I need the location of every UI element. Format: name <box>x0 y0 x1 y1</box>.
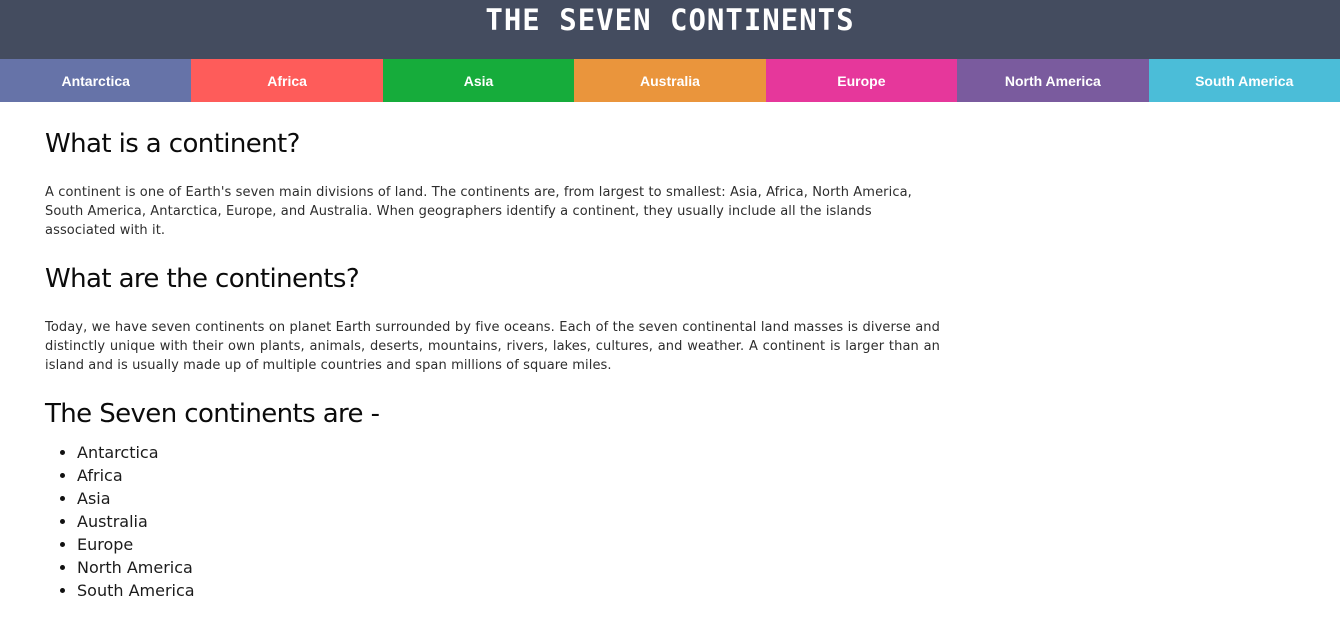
continent-list-item-australia: Australia <box>77 510 940 533</box>
continent-list-item-antarctica: Antarctica <box>77 441 940 464</box>
continent-list-item-africa: Africa <box>77 464 940 487</box>
section-heading-seven-continents: The Seven continents are - <box>45 399 380 429</box>
continent-list: Antarctica Africa Asia Australia Europe … <box>45 441 940 602</box>
section-text-what-is-a-continent: A continent is one of Earth's seven main… <box>45 185 912 238</box>
page-header: THE SEVEN CONTINENTS <box>0 0 1340 59</box>
nav-item-antarctica[interactable]: Antarctica <box>0 59 192 102</box>
continent-list-item-south-america: South America <box>77 579 940 602</box>
nav-item-north-america[interactable]: North America <box>957 59 1149 102</box>
nav-item-asia[interactable]: Asia <box>382 59 575 102</box>
nav-item-australia[interactable]: Australia <box>574 59 766 102</box>
continent-list-item-asia: Asia <box>77 487 940 510</box>
nav-item-europe[interactable]: Europe <box>765 59 958 102</box>
section-text-what-are-the-continents: Today, we have seven continents on plane… <box>45 320 940 373</box>
section-heading-what-are-the-continents: What are the continents? <box>45 264 360 294</box>
nav-item-south-america[interactable]: South America <box>1148 59 1340 102</box>
continent-list-item-europe: Europe <box>77 533 940 556</box>
page-title: THE SEVEN CONTINENTS <box>485 3 855 37</box>
page: THE SEVEN CONTINENTS Antarctica Africa A… <box>0 0 1340 641</box>
nav-item-africa[interactable]: Africa <box>191 59 383 102</box>
continent-nav: Antarctica Africa Asia Australia Europe … <box>0 59 1340 102</box>
continent-list-item-north-america: North America <box>77 556 940 579</box>
section-heading-what-is-a-continent: What is a continent? <box>45 129 300 159</box>
main-content: What is a continent? A continent is one … <box>0 102 940 602</box>
